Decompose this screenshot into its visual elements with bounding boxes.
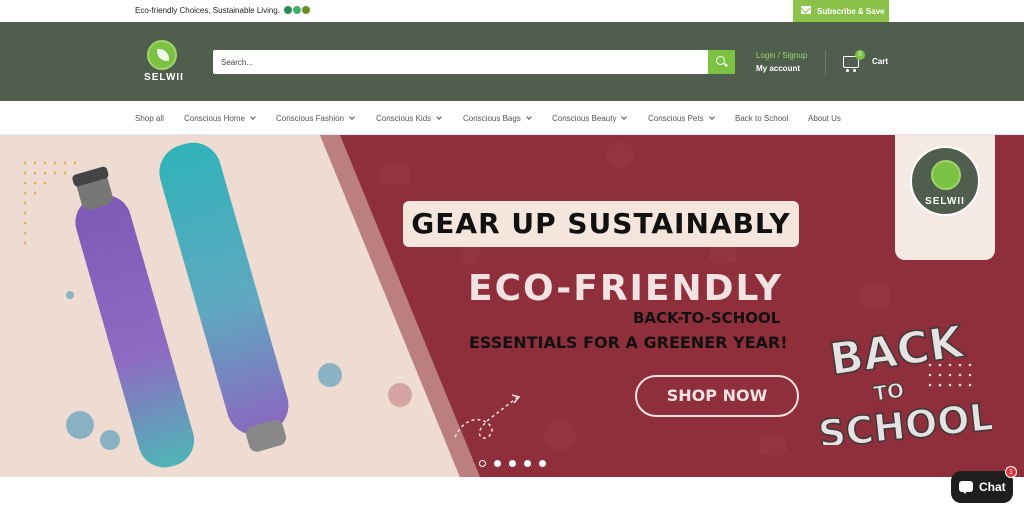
slide-dot-2[interactable]: [494, 460, 501, 467]
b2s-back-text: BACK: [827, 316, 969, 385]
site-header: SELWII Login / Signup My account 0 Cart: [0, 22, 1024, 101]
emoji-icons: [283, 6, 310, 15]
brand-badge: SELWII: [910, 146, 980, 216]
hero-eco-friendly: ECO-FRIENDLY: [468, 268, 783, 309]
chevron-down-icon: [708, 114, 715, 120]
main-nav: Shop all Conscious Home Conscious Fashio…: [0, 101, 1024, 135]
login-signup-link[interactable]: Login / Signup: [756, 51, 807, 60]
b2s-school-text: SCHOOL: [816, 395, 992, 445]
hero-banner[interactable]: SELWII GEAR UP SUSTAINABLY ECO-FRIENDLY …: [0, 135, 1024, 477]
nav-item-back-to-school[interactable]: Back to School: [735, 114, 788, 123]
hero-essentials: ESSENTIALS FOR A GREENER YEAR!: [469, 333, 788, 352]
announcement-text: Eco-friendly Choices, Sustainable Living…: [135, 6, 310, 15]
slide-dot-3[interactable]: [509, 460, 516, 467]
hero-back-to-school: BACK-TO-SCHOOL: [633, 309, 781, 327]
nav-item-conscious-bags[interactable]: Conscious Bags: [463, 114, 532, 123]
subscribe-button[interactable]: Subscribe & Save: [793, 0, 889, 22]
hero-headline: GEAR UP SUSTAINABLY: [403, 201, 799, 247]
slide-dot-1[interactable]: [479, 460, 486, 467]
nav-item-shop-all[interactable]: Shop all: [135, 114, 164, 123]
chat-bubble-icon: [959, 481, 973, 494]
search-input[interactable]: [213, 50, 708, 74]
chevron-down-icon: [436, 114, 442, 120]
cart-count-badge: 0: [855, 50, 865, 60]
mail-icon: [801, 6, 811, 14]
search-button[interactable]: [708, 50, 735, 74]
nav-item-about-us[interactable]: About Us: [808, 114, 841, 123]
search-icon: [716, 56, 725, 65]
slide-dot-5[interactable]: [539, 460, 546, 467]
site-logo[interactable]: SELWII: [141, 39, 187, 85]
account-block: Login / Signup My account: [756, 51, 807, 73]
chat-count-badge: 1: [1005, 466, 1017, 478]
nav-item-conscious-kids[interactable]: Conscious Kids: [376, 114, 442, 123]
header-divider: [825, 50, 826, 76]
slide-dot-4[interactable]: [524, 460, 531, 467]
my-account-link[interactable]: My account: [756, 64, 807, 73]
b2s-to-text: TO: [872, 378, 906, 406]
announcement-bar: Eco-friendly Choices, Sustainable Living…: [0, 0, 1024, 22]
slide-dots: [479, 454, 554, 472]
leaf-icon: [147, 40, 177, 70]
chat-button[interactable]: Chat 1: [951, 466, 1017, 503]
nav-item-conscious-pets[interactable]: Conscious Pets: [648, 114, 715, 123]
back-to-school-graphic: BACK TO SCHOOL: [816, 316, 992, 445]
search-bar: [213, 50, 735, 74]
chevron-down-icon: [525, 114, 532, 120]
chevron-down-icon: [621, 114, 628, 120]
leaf-icon: [931, 160, 961, 190]
nav-item-conscious-beauty[interactable]: Conscious Beauty: [552, 114, 628, 123]
nav-item-conscious-fashion[interactable]: Conscious Fashion: [276, 114, 355, 123]
chevron-down-icon: [349, 114, 355, 120]
chevron-down-icon: [250, 114, 256, 120]
shop-now-button[interactable]: SHOP NOW: [635, 375, 799, 417]
nav-item-conscious-home[interactable]: Conscious Home: [184, 114, 256, 123]
cart-label: Cart: [872, 57, 889, 66]
